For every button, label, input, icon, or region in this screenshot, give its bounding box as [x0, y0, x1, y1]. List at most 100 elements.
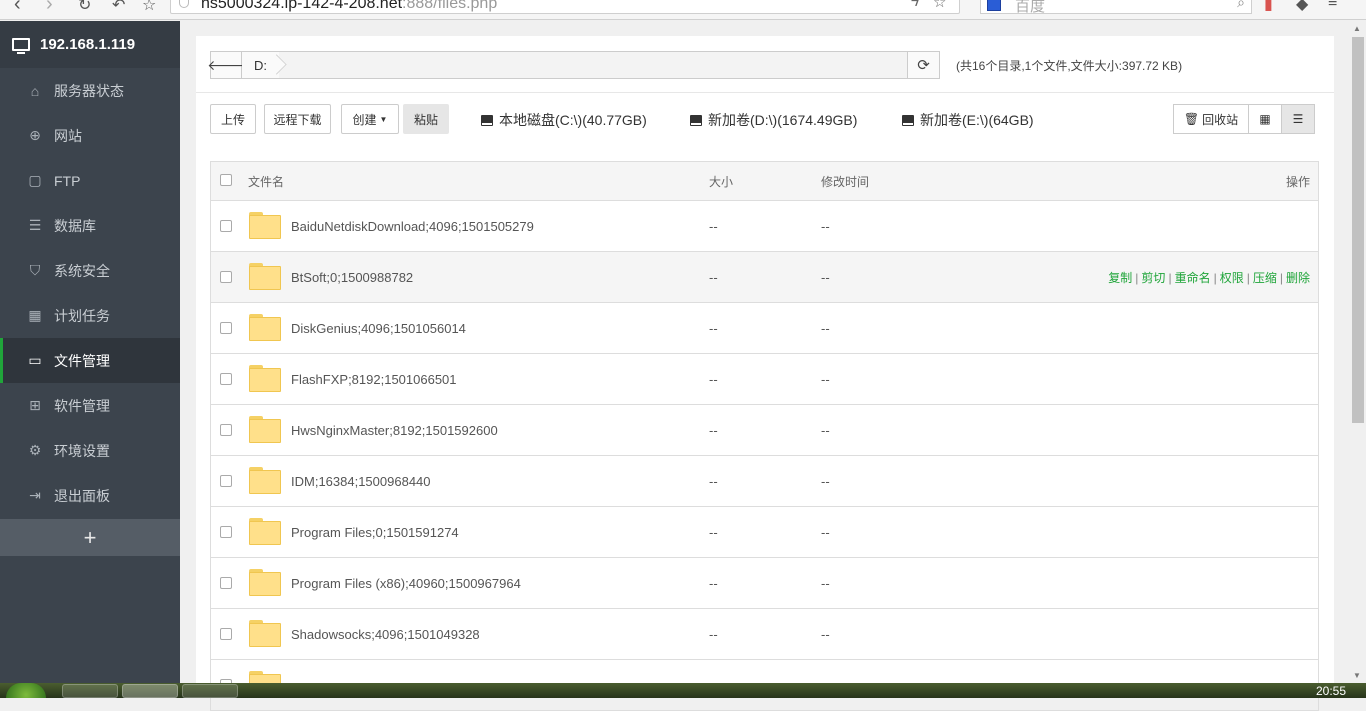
- rename-link[interactable]: 重命名: [1175, 271, 1211, 285]
- back-icon[interactable]: ‹: [14, 0, 21, 16]
- disk-c[interactable]: 本地磁盘(C:\)(40.77GB): [481, 110, 647, 130]
- file-name[interactable]: BaiduNetdiskDownload;4096;1501505279: [291, 219, 534, 234]
- file-name[interactable]: IDM;16384;1500968440: [291, 474, 431, 489]
- table-row[interactable]: HwsNginxMaster;8192;1501592600 -- --: [211, 404, 1318, 455]
- table-row[interactable]: Shadowsocks;4096;1501049328 -- --: [211, 608, 1318, 659]
- grid-icon: ⊞: [29, 397, 41, 413]
- table-row[interactable]: FlashFXP;8192;1501066501 -- --: [211, 353, 1318, 404]
- folder-icon: [249, 569, 281, 596]
- taskbar-app-window[interactable]: [182, 684, 238, 698]
- undo-icon[interactable]: ↶: [112, 0, 125, 15]
- sidebar-item-security[interactable]: ⛉ 系统安全: [0, 248, 180, 293]
- file-name[interactable]: BtSoft;0;1500988782: [291, 270, 413, 285]
- sidebar-item-settings[interactable]: ⚙ 环境设置: [0, 428, 180, 473]
- page-scrollbar[interactable]: ▲ ▼: [1350, 21, 1366, 683]
- sidebar-item-cron[interactable]: ▦ 计划任务: [0, 293, 180, 338]
- scroll-thumb[interactable]: [1352, 37, 1364, 423]
- folder-icon: [249, 263, 281, 290]
- file-name[interactable]: Program Files (x86);40960;1500967964: [291, 576, 521, 591]
- taskbar-app-explorer[interactable]: [62, 684, 118, 698]
- compress-link[interactable]: 压缩: [1253, 271, 1277, 285]
- table-row[interactable]: DiskGenius;4096;1501056014 -- --: [211, 302, 1318, 353]
- file-time: --: [821, 371, 830, 387]
- list-view-button[interactable]: ☰: [1281, 104, 1315, 134]
- row-checkbox[interactable]: [220, 220, 232, 232]
- row-checkbox[interactable]: [220, 628, 232, 640]
- file-name[interactable]: FlashFXP;8192;1501066501: [291, 372, 457, 387]
- table-row[interactable]: Program Files;0;1501591274 -- --: [211, 506, 1318, 557]
- row-checkbox[interactable]: [220, 424, 232, 436]
- remote-download-button[interactable]: 远程下载: [264, 104, 331, 134]
- delete-link[interactable]: 删除: [1286, 271, 1310, 285]
- sidebar-item-software[interactable]: ⊞ 软件管理: [0, 383, 180, 428]
- disk-d[interactable]: 新加卷(D:\)(1674.49GB): [690, 110, 857, 130]
- select-all-checkbox[interactable]: [220, 174, 232, 186]
- table-row[interactable]: BtSoft;0;1500988782 -- -- 复制 | 剪切 | 重命名 | 权限 | 压…: [211, 251, 1318, 302]
- file-size: --: [709, 575, 718, 591]
- copy-link[interactable]: 复制: [1108, 271, 1132, 285]
- view-controls: 🗑 回收站 ▦ ☰: [1173, 104, 1315, 134]
- row-checkbox[interactable]: [220, 373, 232, 385]
- row-checkbox[interactable]: [220, 475, 232, 487]
- file-name[interactable]: Shadowsocks;4096;1501049328: [291, 627, 480, 642]
- shield-ext-icon[interactable]: ◆: [1296, 0, 1308, 14]
- sidebar-item-label: 网站: [54, 127, 82, 144]
- cut-link[interactable]: 剪切: [1141, 271, 1165, 285]
- extension-icon[interactable]: ▮: [1264, 0, 1273, 14]
- file-name[interactable]: HwsNginxMaster;8192;1501592600: [291, 423, 498, 438]
- sidebar-item-logout[interactable]: ⇥ 退出面板: [0, 473, 180, 518]
- add-button[interactable]: +: [0, 519, 180, 556]
- file-time: --: [821, 269, 830, 285]
- permission-link[interactable]: 权限: [1220, 271, 1244, 285]
- back-arrow-icon[interactable]: 🡐: [207, 52, 245, 78]
- row-checkbox[interactable]: [220, 526, 232, 538]
- hdd-icon: [902, 114, 914, 126]
- scroll-down-icon[interactable]: ▼: [1353, 671, 1361, 680]
- table-row[interactable]: Program Files (x86);40960;1500967964 -- …: [211, 557, 1318, 608]
- table-row[interactable]: BaiduNetdiskDownload;4096;1501505279 -- …: [211, 200, 1318, 251]
- trash-icon: 🗑: [1183, 112, 1200, 126]
- header-name[interactable]: 文件名: [248, 173, 284, 190]
- search-engine-icon[interactable]: [987, 0, 1001, 11]
- disk-e[interactable]: 新加卷(E:\)(64GB): [902, 110, 1034, 130]
- row-checkbox[interactable]: [220, 577, 232, 589]
- taskbar-app-browser[interactable]: [122, 684, 178, 698]
- sidebar-item-ftp[interactable]: ▢ FTP: [0, 158, 180, 203]
- favorite-star-icon[interactable]: ☆: [933, 0, 946, 11]
- browser-toolbar: ‹ › ↻ ↶ ☆ hs5000324.ip-142-4-208.net:888…: [0, 0, 1366, 20]
- search-icon[interactable]: ⌕: [1237, 0, 1245, 11]
- paste-button[interactable]: 粘贴: [403, 104, 449, 134]
- folder-icon: ▭: [28, 352, 42, 368]
- sidebar: 192.168.1.119 ⌂ 服务器状态 ⊕ 网站 ▢ FTP ☰ 数据库 ⛉…: [0, 21, 180, 683]
- upload-button[interactable]: 上传: [210, 104, 256, 134]
- search-box[interactable]: 百度 ⌕: [980, 0, 1252, 15]
- sidebar-item-server-status[interactable]: ⌂ 服务器状态: [0, 68, 180, 113]
- file-size: --: [709, 269, 718, 285]
- create-dropdown-button[interactable]: 创建 ▼: [341, 104, 399, 134]
- refresh-icon[interactable]: ⟳: [907, 52, 939, 78]
- row-checkbox[interactable]: [220, 322, 232, 334]
- row-checkbox[interactable]: [220, 271, 232, 283]
- reload-icon[interactable]: ↻: [78, 0, 91, 15]
- start-button[interactable]: [6, 683, 46, 698]
- table-row[interactable]: IDM;16384;1500968440 -- --: [211, 455, 1318, 506]
- header-size[interactable]: 大小: [709, 173, 733, 190]
- menu-icon[interactable]: ≡: [1328, 0, 1337, 12]
- sidebar-item-database[interactable]: ☰ 数据库: [0, 203, 180, 248]
- file-name[interactable]: DiskGenius;4096;1501056014: [291, 321, 466, 336]
- header-time[interactable]: 修改时间: [821, 173, 869, 190]
- scroll-up-icon[interactable]: ▲: [1353, 24, 1361, 33]
- lightning-icon[interactable]: ϟ: [911, 0, 919, 10]
- taskbar-clock[interactable]: 20:55: [1316, 684, 1346, 698]
- sidebar-item-website[interactable]: ⊕ 网站: [0, 113, 180, 158]
- path-segment[interactable]: D:: [242, 52, 279, 78]
- file-name[interactable]: Program Files;0;1501591274: [291, 525, 459, 540]
- grid-view-button[interactable]: ▦: [1248, 104, 1282, 134]
- address-bar[interactable]: hs5000324.ip-142-4-208.net:888/files.php…: [170, 0, 960, 14]
- sidebar-item-files[interactable]: ▭ 文件管理: [0, 338, 180, 383]
- bookmark-star-icon[interactable]: ☆: [142, 0, 156, 15]
- file-time: --: [821, 626, 830, 642]
- file-size: --: [709, 422, 718, 438]
- forward-icon[interactable]: ›: [46, 0, 53, 16]
- recycle-bin-button[interactable]: 🗑 回收站: [1173, 104, 1249, 134]
